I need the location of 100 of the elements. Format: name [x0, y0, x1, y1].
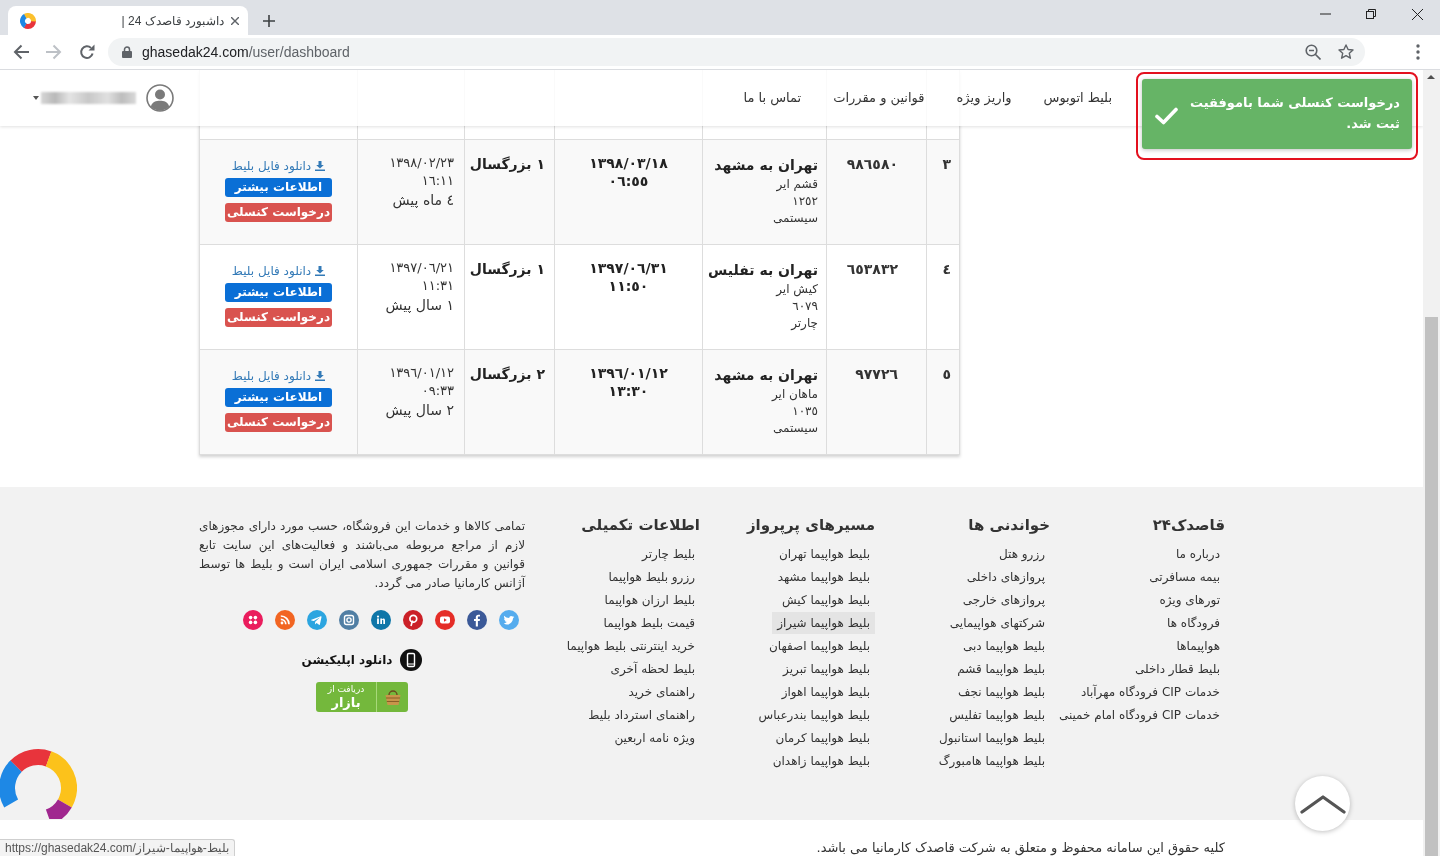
menu-icon[interactable] — [1416, 44, 1420, 60]
footer-link[interactable]: ویژه نامه اربعین — [609, 727, 700, 749]
new-tab-icon[interactable] — [263, 14, 275, 27]
footer-link[interactable]: قیمت بلیط هواپیما — [598, 612, 700, 634]
ticket-type: چارتر — [791, 315, 818, 332]
footer-link[interactable]: فرودگاه ها — [1162, 612, 1225, 634]
footer-link[interactable]: خدمات CIP فرودگاه امام خمینی — [1053, 704, 1225, 726]
purchase-time: ٠٩:٣٣ — [421, 382, 454, 400]
scroll-up-arrow-icon[interactable] — [1427, 75, 1435, 79]
footer-link[interactable]: خدمات CIP فرودگاه مهرآباد — [1075, 681, 1225, 703]
footer-link[interactable]: بلیط هواپیما کیش — [777, 589, 875, 611]
telegram-icon[interactable] — [307, 610, 327, 630]
footer-link[interactable]: درباره ما — [1170, 543, 1225, 565]
instagram-icon[interactable] — [339, 610, 359, 630]
footer-link[interactable]: بلیط هواپیما قشم — [952, 658, 1050, 680]
check-icon — [1155, 107, 1178, 125]
restore-icon[interactable] — [1366, 9, 1376, 19]
footer-link[interactable]: پروازهای داخلی — [961, 566, 1050, 588]
download-icon — [315, 371, 326, 381]
row-number: ٥ — [942, 365, 951, 384]
airline-name: قشم ایر — [776, 176, 818, 193]
purchase-date: ١٣٩٨/٠٢/٢٣ — [389, 154, 454, 172]
order-code: ٦٥٣٨٣٢ — [846, 260, 898, 279]
footer-link[interactable]: بلیط ارزان هواپیما — [599, 589, 700, 611]
cancel-request-button[interactable]: درخواست کنسلی — [225, 413, 332, 432]
nav-link[interactable]: واریز ویژه — [956, 89, 1012, 107]
download-app-heading: دانلود اپلیکیشن — [301, 652, 393, 669]
footer-link[interactable]: بلیط هواپیما نجف — [953, 681, 1050, 703]
nav-link[interactable]: قوانین و مقررات — [833, 89, 925, 107]
lock-icon[interactable] — [122, 46, 132, 58]
footer-link[interactable]: رزرو بلیط هواپیما — [603, 566, 700, 588]
close-icon[interactable] — [1411, 8, 1423, 20]
footer-link[interactable]: بلیط چارتر — [637, 543, 700, 565]
footer-heading: قاصدک۲۴ — [1152, 515, 1225, 535]
footer-link[interactable]: راهنمای خرید — [623, 681, 700, 703]
footer-link[interactable]: بلیط هواپیما اصفهان — [764, 635, 875, 657]
footer-link[interactable]: بلیط هواپیما تفلیس — [944, 704, 1050, 726]
cancel-request-button[interactable]: درخواست کنسلی — [225, 203, 332, 222]
footer-link[interactable]: بلیط هواپیما زاهدان — [767, 750, 875, 772]
more-info-button[interactable]: اطلاعات بیشتر — [225, 283, 332, 302]
footer-link[interactable]: بلیط هواپیما کرمان — [770, 727, 875, 749]
footer-link[interactable]: رزرو هتل — [993, 543, 1050, 565]
more-info-button[interactable]: اطلاعات بیشتر — [225, 178, 332, 197]
zoom-out-icon[interactable] — [1305, 44, 1321, 60]
minimize-icon[interactable] — [1319, 13, 1331, 15]
purchase-time: ١٦:١١ — [421, 172, 454, 190]
facebook-icon[interactable] — [467, 610, 487, 630]
download-ticket-link[interactable]: دانلود فایل بلیط — [231, 368, 326, 384]
footer-link[interactable]: بلیط هواپیما تهران — [774, 543, 875, 565]
footer-link[interactable]: بلیط هواپیما تبریز — [778, 658, 875, 680]
footer-link[interactable]: تورهای ویژه — [1154, 589, 1225, 611]
airline-name: کیش ایر — [776, 281, 818, 298]
footer-link[interactable]: بلیط هواپیما استانبول — [934, 727, 1050, 749]
row-number: ٣ — [942, 155, 951, 174]
nav-link[interactable]: تماس با ما — [743, 89, 802, 107]
cancel-request-button[interactable]: درخواست کنسلی — [225, 308, 332, 327]
download-ticket-link[interactable]: دانلود فایل بلیط — [231, 263, 326, 279]
badge-caption: دریافت از — [327, 684, 365, 695]
avatar-icon[interactable] — [146, 84, 174, 112]
footer-link[interactable]: پروازهای خارجی — [957, 589, 1050, 611]
purchase-time: ١١:٣١ — [421, 277, 454, 295]
footer-link[interactable]: بلیط لحظه آخری — [605, 658, 700, 680]
footer-link[interactable]: بلیط هواپیما هامبورگ — [933, 750, 1050, 772]
passenger-count: ٢ بزرگسال — [469, 365, 545, 384]
browser-tab[interactable]: داشبورد قاصدک 24 | — [8, 6, 248, 35]
flight-time: ٠٦:٥٥ — [608, 172, 649, 190]
back-arrow-icon[interactable] — [13, 44, 29, 60]
footer-link[interactable]: بلیط قطار داخلی — [1129, 658, 1225, 680]
caret-icon[interactable] — [33, 96, 39, 100]
order-code: ٩٧٧٢٦ — [855, 365, 898, 384]
star-icon[interactable] — [1338, 44, 1354, 60]
phone-icon — [400, 649, 423, 671]
footer-link[interactable]: هواپیماها — [1171, 635, 1225, 657]
aparat-icon[interactable] — [243, 610, 263, 630]
youtube-icon[interactable] — [435, 610, 455, 630]
nav-link[interactable]: بلیط اتوبوس — [1043, 89, 1112, 107]
footer-link[interactable]: بلیط هواپیما اهواز — [776, 681, 875, 703]
reload-icon[interactable] — [79, 44, 95, 60]
footer-link[interactable]: بلیط هواپیما شیراز — [772, 612, 875, 634]
pinterest-icon[interactable] — [403, 610, 423, 630]
scrollbar-thumb[interactable] — [1425, 317, 1438, 856]
download-ticket-link[interactable]: دانلود فایل بلیط — [231, 158, 326, 174]
download-icon — [315, 161, 326, 171]
footer-link[interactable]: راهنمای استرداد بلیط — [583, 704, 700, 726]
close-icon[interactable] — [231, 16, 239, 25]
rss-icon[interactable] — [275, 610, 295, 630]
about-text: تمامی کالاها و خدمات این فروشگاه، حسب مورد دارای مجوزهای لازم از مراجع مربوطه می‌باشند و فعالیت‌های این سایت تابع قوانین و مقررات جمهوری اسلامی ایران است و بلیط ها توسط آژانس کارمانیا صادر می گردد. — [199, 518, 525, 593]
basket-icon — [383, 688, 402, 706]
footer-link[interactable]: بلیط هواپیما بندرعباس — [753, 704, 875, 726]
flight-time: ١١:٥٠ — [608, 277, 649, 295]
footer-link[interactable]: بیمه مسافرتی — [1144, 566, 1225, 588]
linkedin-icon[interactable] — [371, 610, 391, 630]
address-bar[interactable]: ghasedak24.com/user/dashboard — [108, 38, 1365, 66]
footer-link[interactable]: بلیط هواپیما دبی — [957, 635, 1050, 657]
passenger-count: ١ بزرگسال — [469, 155, 545, 174]
footer-link[interactable]: بلیط هواپیما مشهد — [772, 566, 875, 588]
more-info-button[interactable]: اطلاعات بیشتر — [225, 388, 332, 407]
footer-link[interactable]: شرکتهای هواپیمایی — [944, 612, 1050, 634]
chevron-up-icon — [1299, 793, 1346, 814]
footer-link[interactable]: خرید اینترنتی بلیط هواپیما — [561, 635, 700, 657]
